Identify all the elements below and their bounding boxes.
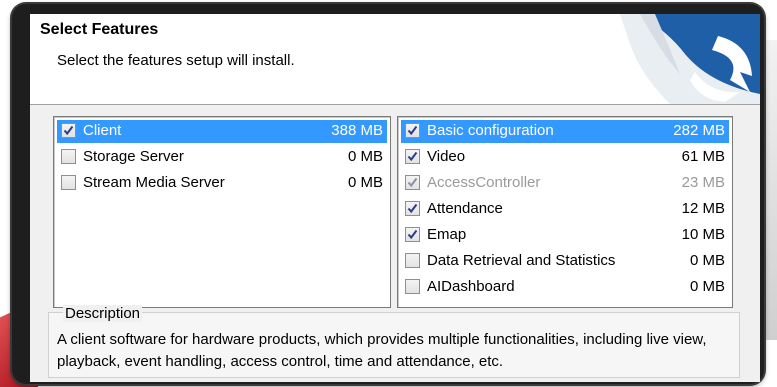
list-item-ai-dashboard[interactable]: AIDashboard 0 MB (401, 276, 729, 299)
feature-name: Attendance (427, 200, 503, 217)
page-title: Select Features (40, 21, 159, 38)
list-item-attendance[interactable]: Attendance 12 MB (401, 198, 729, 221)
feature-size: 12 MB (681, 200, 725, 217)
checkmark-icon (407, 125, 418, 136)
installer-dialog: Select Features Select the features setu… (30, 14, 760, 382)
page-subtitle: Select the features setup will install. (57, 52, 295, 69)
checkmark-icon (407, 229, 418, 240)
checkmark-icon (63, 125, 74, 136)
list-item-access-controller[interactable]: AccessController 23 MB (401, 172, 729, 195)
feature-name: AccessController (427, 174, 541, 191)
feature-size: 0 MB (347, 148, 383, 165)
checkbox[interactable] (405, 279, 420, 294)
background-edge (763, 40, 777, 340)
feature-size: 61 MB (681, 148, 725, 165)
feature-size: 388 MB (331, 122, 383, 139)
checkmark-icon (407, 177, 418, 188)
checkbox[interactable] (61, 149, 76, 164)
feature-size: 0 MB (689, 252, 725, 269)
list-item-client[interactable]: Client 388 MB (57, 120, 387, 143)
list-item-data-retrieval[interactable]: Data Retrieval and Statistics 0 MB (401, 250, 729, 273)
checkmark-icon (407, 151, 418, 162)
feature-size: 0 MB (689, 278, 725, 295)
feature-name: Emap (427, 226, 467, 243)
feature-name: Storage Server (83, 148, 184, 165)
list-item-stream-media-server[interactable]: Stream Media Server 0 MB (57, 172, 387, 195)
feature-name: Video (427, 148, 466, 165)
feature-name: Data Retrieval and Statistics (427, 252, 616, 269)
checkbox[interactable] (61, 175, 76, 190)
checkmark-icon (407, 203, 418, 214)
description-label: Description (63, 305, 143, 322)
checkbox[interactable] (405, 149, 420, 164)
checkbox[interactable] (405, 201, 420, 216)
feature-list-right[interactable]: Basic configuration 282 MB Video 61 MB A… (397, 116, 733, 308)
description-text: A client software for hardware products,… (57, 331, 707, 370)
checkbox[interactable] (61, 123, 76, 138)
list-item-emap[interactable]: Emap 10 MB (401, 224, 729, 247)
feature-size: 23 MB (681, 174, 725, 191)
description-group: Description A client software for hardwa… (48, 305, 740, 378)
feature-name: Stream Media Server (83, 174, 225, 191)
setup-logo-icon (620, 14, 760, 104)
list-item-basic-configuration[interactable]: Basic configuration 282 MB (401, 120, 729, 143)
checkbox[interactable] (405, 253, 420, 268)
list-item-video[interactable]: Video 61 MB (401, 146, 729, 169)
feature-name: Basic configuration (427, 122, 554, 139)
checkbox[interactable] (405, 227, 420, 242)
feature-list-left[interactable]: Client 388 MB Storage Server 0 MB Stream… (53, 116, 391, 308)
list-item-storage-server[interactable]: Storage Server 0 MB (57, 146, 387, 169)
feature-name: Client (83, 122, 122, 139)
checkbox[interactable] (405, 123, 420, 138)
feature-size: 10 MB (681, 226, 725, 243)
feature-size: 282 MB (673, 122, 725, 139)
checkbox[interactable] (405, 175, 420, 190)
feature-name: AIDashboard (427, 278, 515, 295)
dialog-header: Select Features Select the features setu… (30, 14, 760, 105)
feature-size: 0 MB (347, 174, 383, 191)
